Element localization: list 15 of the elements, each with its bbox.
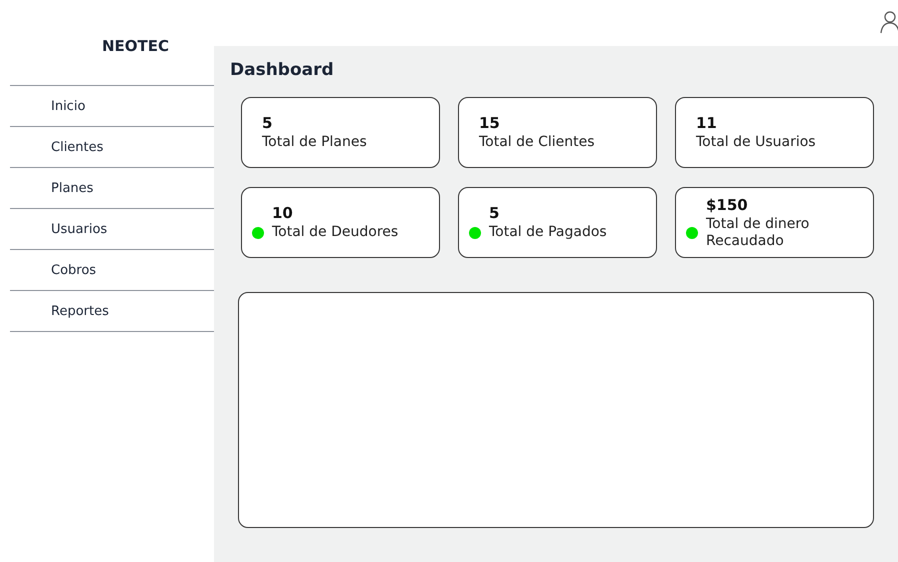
stat-label: Total de Planes — [262, 134, 367, 151]
brand-logo: NEOTEC — [102, 37, 170, 55]
stat-label: Total de Usuarios — [696, 134, 816, 151]
page-title: Dashboard — [230, 60, 334, 80]
stat-value: 15 — [479, 114, 500, 132]
stat-label: Total de Pagados — [489, 224, 607, 241]
stat-value: 5 — [262, 114, 272, 132]
user-icon[interactable] — [880, 10, 898, 34]
stat-value: 11 — [696, 114, 717, 132]
stat-value: $150 — [706, 196, 748, 214]
stat-label: Total de dinero Recaudado — [706, 216, 810, 249]
stat-value: 5 — [489, 204, 500, 222]
stat-label: Total de Deudores — [272, 224, 398, 241]
stat-value: 10 — [272, 204, 293, 222]
stat-label: Total de Clientes — [479, 134, 595, 151]
